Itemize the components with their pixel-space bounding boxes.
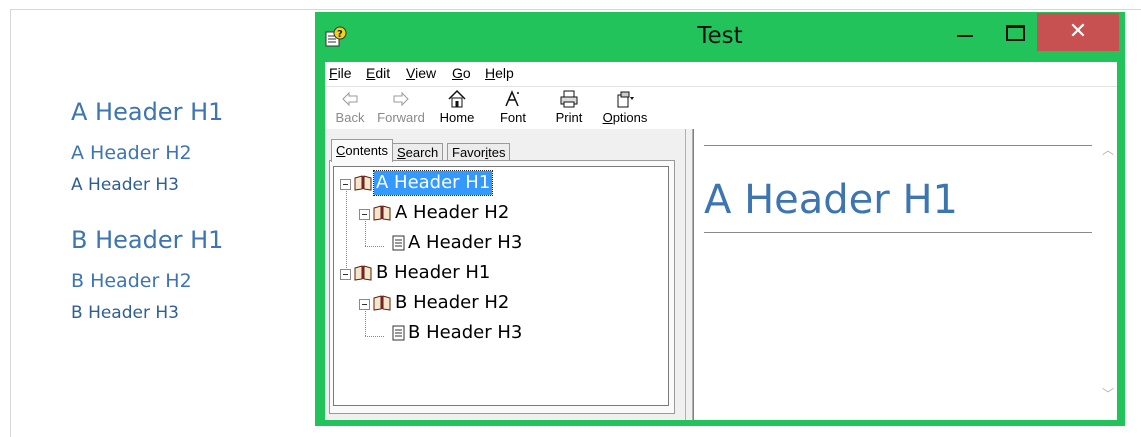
scroll-down-icon[interactable]: ﹀	[1102, 385, 1114, 402]
doc-heading-a-h3: A Header H3	[71, 175, 179, 195]
minimize-button[interactable]	[945, 13, 985, 51]
pane-splitter[interactable]	[686, 129, 693, 420]
font-button[interactable]: Font	[485, 89, 541, 125]
tree-node-label: B Header H3	[408, 322, 523, 343]
tree-line	[365, 218, 366, 246]
collapse-toggle-icon[interactable]	[340, 179, 351, 190]
open-book-icon	[373, 295, 391, 311]
toolbar: Back Forward Home Font Print Options	[325, 86, 1117, 130]
home-button[interactable]: Home	[429, 89, 485, 125]
doc-heading-a-h1: A Header H1	[71, 98, 224, 126]
maximize-button[interactable]	[995, 13, 1035, 51]
close-button[interactable]: ✕	[1037, 13, 1119, 51]
font-icon	[505, 90, 519, 107]
options-icon	[617, 91, 634, 108]
menu-file-label: ile	[337, 65, 352, 81]
doc-heading-b-h1: B Header H1	[71, 226, 224, 254]
menu-view-accel: V	[406, 65, 416, 81]
menu-bar: File Edit View Go Help	[325, 62, 1117, 86]
forward-button[interactable]: Forward	[373, 89, 429, 125]
help-window: ? Test ✕ File Edit View Go Help Back For…	[315, 12, 1125, 426]
menu-edit-label: dit	[375, 65, 391, 81]
options-accel: O	[602, 110, 613, 125]
menu-edit[interactable]: Edit	[366, 65, 390, 81]
options-button[interactable]: Options	[597, 89, 653, 125]
page-icon	[392, 325, 405, 341]
home-icon	[448, 89, 466, 108]
menu-go[interactable]: Go	[452, 65, 471, 81]
tree-line	[365, 308, 366, 336]
back-label: Back	[335, 110, 365, 125]
print-button[interactable]: Print	[541, 89, 597, 125]
menu-help-label: elp	[495, 65, 514, 81]
menu-file-accel: F	[329, 65, 338, 81]
tree-line	[346, 188, 347, 276]
tree-node-label: B Header H2	[395, 292, 510, 313]
tree-node-label: A Header H3	[408, 232, 523, 253]
tab-contents-accel: C	[336, 143, 346, 158]
contents-tree[interactable]: A Header H1 A Header H2 A Header H3 B He…	[333, 166, 669, 406]
menu-view-label: iew	[415, 65, 437, 81]
menu-edit-accel: E	[366, 65, 376, 81]
doc-heading-b-h2: B Header H2	[71, 270, 192, 292]
menu-help[interactable]: Help	[485, 65, 514, 81]
doc-heading-b-h3: B Header H3	[71, 303, 179, 323]
printer-icon	[560, 90, 578, 108]
doc-heading-a-h2: A Header H2	[71, 142, 192, 164]
open-book-icon	[354, 265, 372, 281]
tree-node-label: B Header H1	[376, 262, 491, 283]
menu-go-accel: G	[452, 65, 463, 81]
forward-arrow-icon	[393, 91, 409, 107]
tree-node-label: A Header H2	[395, 202, 510, 223]
options-label: Options	[597, 110, 653, 125]
options-label-rest: ptions	[612, 110, 648, 125]
top-divider	[704, 145, 1092, 146]
maximize-icon	[1006, 25, 1025, 41]
back-arrow-icon	[342, 91, 358, 107]
forward-label: Forward	[377, 110, 425, 125]
minimize-icon	[957, 35, 973, 37]
back-button[interactable]: Back	[322, 89, 378, 125]
menu-view[interactable]: View	[406, 65, 436, 81]
heading-divider	[704, 232, 1092, 233]
vertical-scrollbar[interactable]: ︿ ﹀	[1099, 129, 1117, 420]
tab-contents-label: ontents	[345, 143, 389, 158]
title-bar[interactable]: ? Test ✕	[315, 12, 1125, 62]
menu-go-label: o	[462, 65, 471, 81]
home-label: Home	[439, 110, 475, 125]
tab-favorites-label-pre: Favor	[452, 145, 486, 160]
open-book-icon	[354, 175, 372, 191]
window-client-area: File Edit View Go Help Back Forward Home…	[325, 62, 1117, 420]
contents-panel: A Header H1 A Header H2 A Header H3 B He…	[329, 160, 675, 414]
scroll-up-icon[interactable]: ︿	[1102, 141, 1114, 158]
page-icon	[392, 235, 405, 251]
collapse-toggle-icon[interactable]	[340, 269, 351, 280]
tab-contents[interactable]: Contents	[331, 139, 394, 162]
collapse-toggle-icon[interactable]	[359, 209, 370, 220]
tab-search-label: earch	[405, 145, 439, 160]
print-label: Print	[555, 110, 583, 125]
tree-node-label: A Header H1	[372, 170, 494, 196]
menu-help-accel: H	[485, 65, 496, 81]
topic-heading: A Header H1	[704, 177, 958, 223]
tree-line	[365, 246, 384, 247]
menu-file[interactable]: File	[329, 65, 352, 81]
navigation-pane: Contents Search Favorites A Header H1 A …	[325, 129, 686, 420]
collapse-toggle-icon[interactable]	[359, 299, 370, 310]
close-icon: ✕	[1068, 19, 1088, 44]
topic-content-pane: A Header H1 ︿ ﹀	[693, 129, 1117, 420]
tree-line	[365, 336, 384, 337]
open-book-icon	[373, 205, 391, 221]
tab-search-accel: S	[397, 145, 406, 160]
tab-favorites-label: tes	[488, 145, 506, 160]
font-label: Font	[499, 110, 526, 125]
